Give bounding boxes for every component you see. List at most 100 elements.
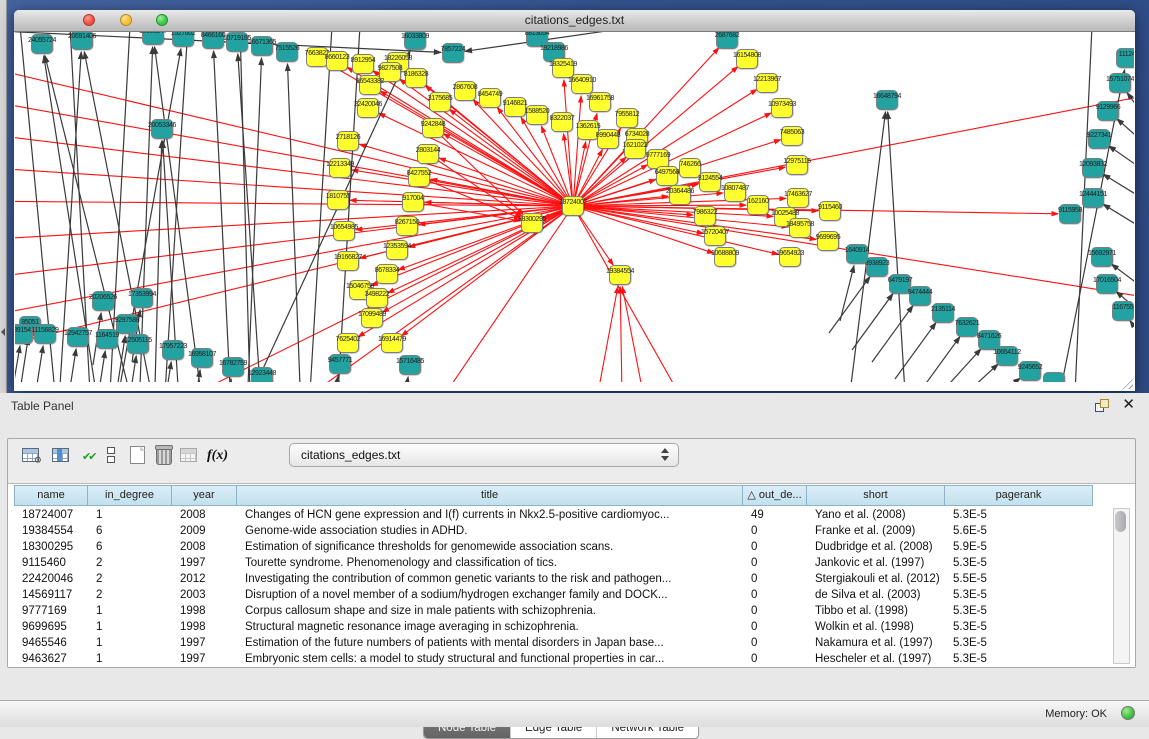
table-cell[interactable]: 5.6E-5 [945,523,1093,539]
graph-node[interactable]: 7485063 [781,126,803,146]
table-cell[interactable]: 18724007 [14,507,88,523]
graph-node[interactable]: 8322037 [551,112,573,132]
graph-node[interactable]: 9457771 [329,354,351,374]
table-cell[interactable]: 2 [88,571,172,587]
table-row[interactable]: 946554611997Estimation of the future num… [14,635,1111,651]
graph-node[interactable]: 16671365 [251,36,273,56]
table-cell[interactable]: 9465546 [14,635,88,651]
graph-node[interactable]: 22420046 [357,98,379,118]
left-panel-divider[interactable] [0,0,7,393]
graph-node[interactable]: 10688809 [714,247,736,267]
table-header-row[interactable]: namein_degreeyeartitle△ out_de...shortpa… [14,485,1093,506]
table-cell[interactable]: 0 [743,571,807,587]
graph-node[interactable]: 10719185 [226,32,248,52]
graph-node[interactable]: 16961758 [589,92,611,112]
table-cell[interactable]: 14569117 [14,587,88,603]
column-header-name[interactable]: name [14,485,88,506]
graph-node[interactable]: 9227341 [1088,129,1110,149]
graph-node[interactable]: 12444151 [1082,188,1104,208]
graph-node[interactable]: 10653247 [142,32,164,45]
table-cell[interactable]: 5.5E-5 [945,571,1093,587]
graph-node[interactable]: 3498222 [366,288,388,308]
table-cell[interactable]: 9463627 [14,651,88,665]
graph-node[interactable]: 9474444 [909,286,931,306]
graph-node[interactable]: 1164519 [96,329,118,349]
table-cell[interactable]: 6 [88,539,172,555]
graph-node[interactable]: 8186328 [405,68,427,88]
network-view-window[interactable]: citations_edges.txt 24055724206914061065… [14,10,1135,391]
graph-node[interactable]: 8678334 [376,264,398,284]
graph-node[interactable]: 9242848 [422,118,444,138]
table-cell[interactable]: 19384554 [14,523,88,539]
graph-node[interactable]: 7663822 [306,47,328,67]
graph-node[interactable]: 17957223 [162,340,184,360]
graph-node[interactable]: 15751074 [1109,73,1131,93]
graph-node[interactable]: 9115958 [1059,204,1081,224]
graph-node[interactable]: 12353594 [386,240,408,260]
graph-node[interactable]: 15692971 [1091,247,1113,267]
table-cell[interactable]: 49 [743,507,807,523]
table-row[interactable]: 1456911722003Disruption of a novel membe… [14,587,1111,603]
table-cell[interactable]: 5.9E-5 [945,539,1093,555]
table-cell[interactable]: 18300295 [14,539,88,555]
table-cell[interactable]: Wolkin et al. (1998) [807,619,945,635]
graph-node[interactable]: 12505115 [127,334,149,354]
graph-node[interactable]: 11156829 [34,324,56,344]
table-cell[interactable]: 22420046 [14,571,88,587]
table-cell[interactable]: de Silva et al. (2003) [807,587,945,603]
row-mode-icon[interactable] [107,447,115,465]
scrollbar-thumb[interactable] [1115,511,1126,532]
table-row[interactable]: 2242004622012Investigating the contribut… [14,571,1111,587]
graph-node[interactable]: 2135114 [932,303,954,323]
graph-node[interactable]: 19166827 [337,251,359,271]
show-columns-icon[interactable] [52,448,69,462]
graph-node[interactable]: 15720407 [704,226,726,246]
table-selector-dropdown[interactable]: citations_edges.txt [289,443,679,467]
graph-node[interactable]: 10654985 [333,221,355,241]
graph-node[interactable]: 7632621 [956,317,978,337]
network-canvas[interactable]: 2405572420691406106532471527602846616010… [15,32,1134,382]
graph-node[interactable]: 18300295 [521,213,543,233]
column-header-out_de[interactable]: △ out_de... [743,485,807,506]
table-cell[interactable]: 0 [743,587,807,603]
table-cell[interactable]: 2008 [172,539,237,555]
graph-node[interactable]: 8427552 [408,167,430,187]
graph-node[interactable]: 12923448 [251,367,273,382]
table-cell[interactable]: 1998 [172,603,237,619]
graph-node[interactable]: 9297588 [116,314,138,334]
table-cell[interactable]: 1 [88,651,172,665]
graph-node[interactable]: 16543382 [359,75,381,95]
graph-node[interactable]: 746266 [679,158,701,178]
graph-node[interactable]: 7625402 [337,333,359,353]
graph-node[interactable]: 8990448 [597,129,619,149]
table-scrollbar[interactable] [1113,508,1130,664]
graph-node[interactable]: 917004 [402,192,424,212]
graph-node[interactable]: 15716485 [399,355,421,375]
graph-node[interactable]: 2803144 [417,144,439,164]
table-body[interactable]: 1872400712008Changes of HCN gene express… [14,507,1111,665]
graph-node[interactable]: 11124 [1116,48,1134,68]
graph-node[interactable]: 116755 [1112,301,1134,321]
graph-node[interactable]: 19384554 [609,265,631,285]
table-cell[interactable]: Genome-wide association studies in ADHD. [237,523,743,539]
graph-node[interactable]: 2687682 [716,32,738,49]
table-cell[interactable]: 1 [88,507,172,523]
graph-node[interactable]: 16648794 [876,90,898,110]
table-cell[interactable]: 1 [88,619,172,635]
table-cell[interactable]: 9777169 [14,603,88,619]
graph-node[interactable]: 12975115 [786,155,808,175]
graph-node[interactable]: 9129966 [1097,101,1119,121]
graph-node[interactable]: 12213349 [329,158,351,178]
graph-node[interactable]: 9146821 [504,97,526,117]
graph-node[interactable]: 16782759 [222,357,244,377]
table-cell[interactable]: Stergiakouli et al. (2012) [807,571,945,587]
table-cell[interactable]: 0 [743,619,807,635]
table-cell[interactable]: 6 [88,523,172,539]
table-row[interactable]: 911546021997Tourette syndrome. Phenomeno… [14,555,1111,571]
graph-node[interactable]: 24055724 [31,34,53,54]
graph-node[interactable]: 1640914 [846,244,868,264]
table-cell[interactable]: 5.3E-5 [945,651,1093,665]
column-header-year[interactable]: year [172,485,237,506]
table-cell[interactable]: 1997 [172,651,237,665]
graph-node[interactable]: 8267150 [396,216,418,236]
